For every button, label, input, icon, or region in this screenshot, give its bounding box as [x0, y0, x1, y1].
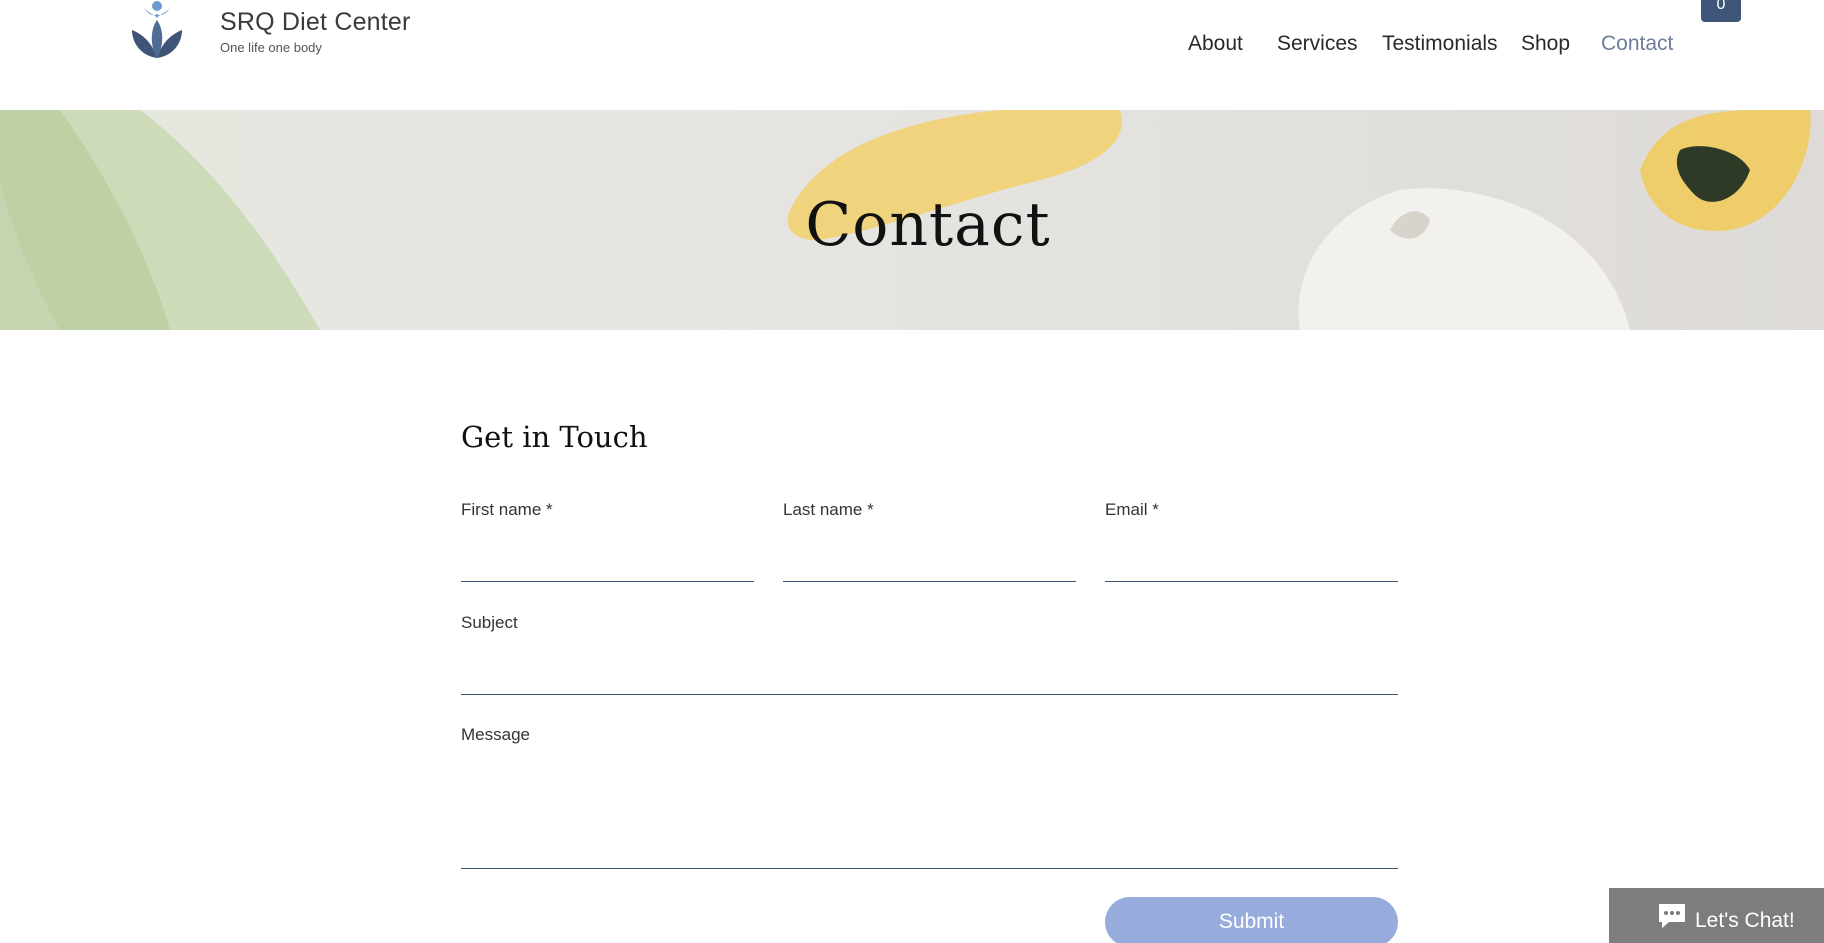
nav-item-services[interactable]: Services — [1277, 32, 1358, 56]
first-name-field[interactable] — [461, 546, 754, 582]
message-field[interactable] — [461, 752, 1398, 869]
cart-button[interactable]: 0 — [1701, 0, 1741, 22]
nav-item-contact[interactable]: Contact — [1601, 32, 1673, 56]
chat-bubble-icon — [1659, 904, 1685, 928]
nav-item-shop[interactable]: Shop — [1521, 32, 1570, 56]
form-title: Get in Touch — [461, 420, 648, 454]
nav-item-testimonials[interactable]: Testimonials — [1382, 32, 1498, 56]
page-title: Contact — [805, 190, 1051, 260]
main-nav: About Services Testimonials Shop Contact — [0, 32, 1824, 62]
email-field[interactable] — [1105, 546, 1398, 582]
email-label: Email * — [1105, 500, 1159, 519]
message-label: Message — [461, 725, 530, 744]
cart-count: 0 — [1716, 0, 1726, 13]
last-name-field[interactable] — [783, 546, 1076, 582]
last-name-label: Last name * — [783, 500, 874, 519]
hero-banner: Contact — [0, 110, 1824, 330]
subject-field[interactable] — [461, 659, 1398, 695]
nav-item-about[interactable]: About — [1188, 32, 1243, 56]
chat-label: Let's Chat! — [1695, 909, 1795, 932]
subject-label: Subject — [461, 613, 518, 632]
first-name-label: First name * — [461, 500, 553, 519]
submit-button[interactable]: Submit — [1105, 897, 1398, 943]
chat-widget-button[interactable]: Let's Chat! — [1609, 888, 1824, 943]
site-header: SRQ Diet Center One life one body About … — [0, 0, 1824, 110]
